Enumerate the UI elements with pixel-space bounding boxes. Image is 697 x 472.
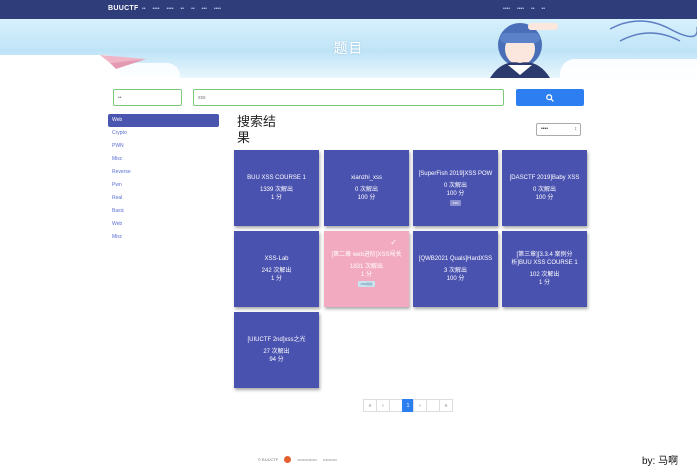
- footer-copyright: © BUUCTF: [258, 457, 279, 462]
- challenge-solves: 0 次解出: [532, 187, 556, 193]
- challenge-name: XSS-Lab: [264, 256, 289, 262]
- page-first-button[interactable]: «: [363, 399, 377, 412]
- challenge-solves: 102 次解出: [529, 272, 560, 278]
- page-footer: © BUUCTF •••••••••••••• ••••••••••: [258, 456, 337, 463]
- sidebar-item-real[interactable]: Real: [108, 192, 219, 205]
- sidebar-item-web[interactable]: Web: [108, 114, 219, 127]
- challenge-card[interactable]: [SuperFish 2019]XSS POW 0 次解出 100 分 XSS: [413, 150, 498, 226]
- challenge-points: 100 分: [446, 276, 465, 282]
- challenge-tag: XSS闯关: [358, 281, 375, 287]
- challenge-card[interactable]: [第三章][3.3.4 案例分析]BUU XSS COURSE 1 102 次解…: [502, 231, 587, 307]
- sidebar-item-pwn-2[interactable]: Pwn: [108, 179, 219, 192]
- challenge-solves: 3 次解出: [443, 268, 467, 274]
- challenge-solves: 0 次解出: [354, 187, 378, 193]
- nav-link-7[interactable]: ••••: [214, 6, 221, 12]
- challenge-solves: 0 次解出: [443, 183, 467, 189]
- pagination: « ‹ 1 › »: [363, 399, 453, 412]
- sort-dropdown-label: ••••: [541, 126, 549, 132]
- challenge-points: 100 分: [446, 191, 465, 197]
- sidebar-item-web-2[interactable]: Web: [108, 218, 219, 231]
- challenge-name: xianzhi_xss: [350, 175, 382, 181]
- chevron-updown-icon: ↕: [574, 126, 578, 132]
- challenge-card[interactable]: XSS-Lab 242 次解出 1 分: [234, 231, 319, 307]
- page-next-button[interactable]: ›: [413, 399, 427, 412]
- page-prev-button[interactable]: ‹: [376, 399, 390, 412]
- nav-right-link-3[interactable]: ••: [531, 6, 535, 12]
- challenge-points: 100 分: [535, 195, 554, 201]
- footer-icp-link[interactable]: ••••••••••••••: [297, 457, 317, 462]
- sidebar-item-pwn[interactable]: PWN: [108, 140, 219, 153]
- page-gap: [389, 399, 403, 412]
- page-gap-2: [426, 399, 440, 412]
- nav-left-links: •• •••• •••• •• •• ••• ••••: [142, 6, 221, 12]
- nav-link-1[interactable]: ••: [142, 6, 146, 12]
- challenge-name: [DASCTF 2019]Baby XSS: [509, 175, 580, 181]
- page-last-button[interactable]: »: [439, 399, 453, 412]
- cloud-decoration: [560, 59, 697, 78]
- challenge-points: 100 分: [357, 195, 376, 201]
- nav-right-links: •••• •••• •• ••: [503, 6, 545, 12]
- top-navbar: BUUCTF •• •••• •••• •• •• ••• •••• •••• …: [0, 0, 697, 19]
- nav-right-link-1[interactable]: ••••: [503, 6, 510, 12]
- challenge-points: 1 分: [270, 195, 282, 201]
- sidebar-item-basic[interactable]: Basic: [108, 205, 219, 218]
- challenge-tag: XSS: [450, 200, 461, 206]
- challenge-name: [第三章][3.3.4 案例分析]BUU XSS COURSE 1: [511, 252, 578, 266]
- keyword-search-input[interactable]: [193, 89, 504, 106]
- signature-watermark: by: 马啊: [642, 456, 679, 467]
- sidebar-item-crypto[interactable]: Crypto: [108, 127, 219, 140]
- challenge-solves: 1339 次解出: [259, 187, 293, 193]
- challenge-solves: 242 次解出: [261, 268, 292, 274]
- page-title: 题目: [333, 40, 364, 56]
- nav-link-6[interactable]: •••: [202, 6, 207, 12]
- nav-right-link-2[interactable]: ••••: [517, 6, 524, 12]
- challenge-points: 1 分: [360, 272, 372, 278]
- sidebar-item-misc-2[interactable]: Misc: [108, 231, 219, 244]
- results-heading: 搜索结果: [237, 114, 277, 145]
- category-sidebar: Web Crypto PWN Misc Reverse Pwn Real Bas…: [108, 114, 219, 244]
- page-banner: 题目: [0, 19, 697, 78]
- challenge-card[interactable]: [QWB2021 Quals]HardXSS 3 次解出 100 分: [413, 231, 498, 307]
- footer-contact-link[interactable]: ••••••••••: [323, 457, 337, 462]
- nav-link-3[interactable]: ••••: [167, 6, 174, 12]
- challenge-card[interactable]: [DASCTF 2019]Baby XSS 0 次解出 100 分: [502, 150, 587, 226]
- challenge-name: [SuperFish 2019]XSS POW: [418, 171, 493, 177]
- challenge-solves: 27 次解出: [263, 349, 290, 355]
- challenge-card-solved[interactable]: ✓ [第二章 web进阶]XSS闯关 1831 次解出 1 分 XSS闯关: [324, 231, 409, 307]
- challenge-points: 94 分: [269, 357, 284, 363]
- challenge-name: [QWB2021 Quals]HardXSS: [418, 256, 493, 262]
- nav-link-2[interactable]: ••••: [153, 6, 160, 12]
- nav-link-5[interactable]: ••: [191, 6, 195, 12]
- search-icon: [546, 93, 554, 102]
- search-button[interactable]: [516, 89, 584, 106]
- nav-right-link-4[interactable]: ••: [542, 6, 546, 12]
- challenge-name: [UIUCTF 2nd]xss之光: [247, 337, 306, 343]
- police-badge-icon: [284, 456, 292, 463]
- challenge-card[interactable]: BUU XSS COURSE 1 1339 次解出 1 分: [234, 150, 319, 226]
- sidebar-item-misc[interactable]: Misc: [108, 153, 219, 166]
- sidebar-item-reverse[interactable]: Reverse: [108, 166, 219, 179]
- challenge-solves: 1831 次解出: [349, 264, 383, 270]
- brand-logo[interactable]: BUUCTF: [108, 5, 139, 12]
- check-icon: ✓: [390, 238, 397, 247]
- challenge-card[interactable]: [UIUCTF 2nd]xss之光 27 次解出 94 分: [234, 312, 319, 388]
- challenge-points: 1 分: [270, 276, 282, 282]
- challenge-name: [第二章 web进阶]XSS闯关: [331, 252, 402, 258]
- challenge-name: BUU XSS COURSE 1: [247, 175, 306, 181]
- sort-dropdown[interactable]: •••• ↕: [536, 123, 581, 136]
- challenge-points: 1 分: [538, 280, 550, 286]
- category-search-input[interactable]: [113, 89, 182, 106]
- nav-link-4[interactable]: ••: [181, 6, 185, 12]
- challenge-card[interactable]: xianzhi_xss 0 次解出 100 分: [324, 150, 409, 226]
